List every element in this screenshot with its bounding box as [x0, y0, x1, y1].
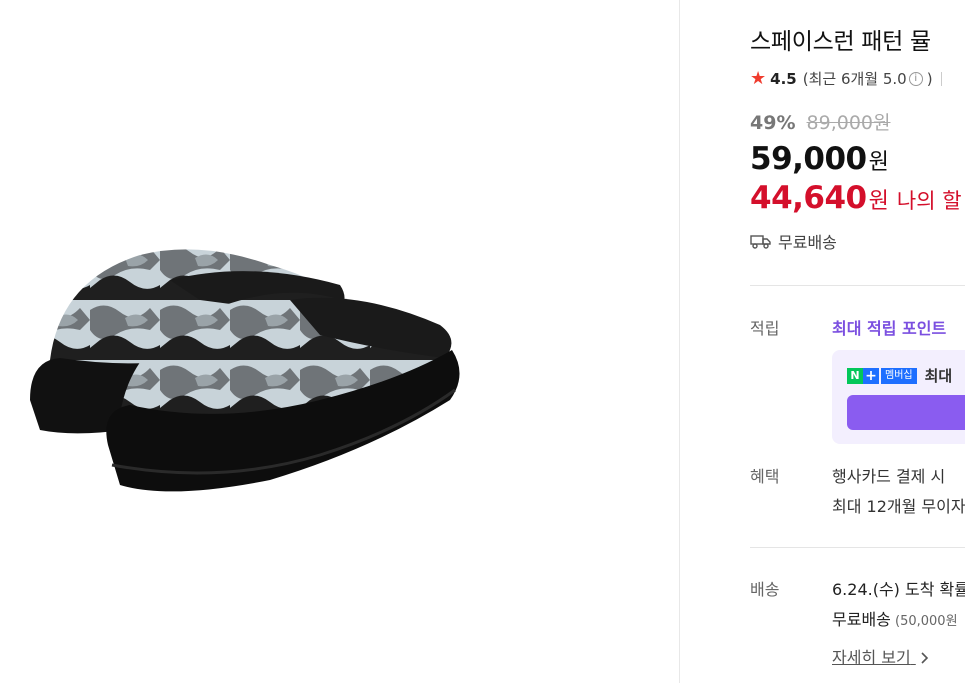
price-row: 59,000원	[750, 141, 889, 177]
section-divider	[750, 547, 965, 548]
delivery-detail-link[interactable]: 자세히 보기	[832, 644, 929, 668]
rating-value: 4.5	[770, 69, 797, 88]
naver-n-icon: N	[847, 367, 863, 384]
info-icon[interactable]: i	[908, 71, 923, 86]
membership-points-box: N + 멤버십 최대	[832, 350, 965, 444]
product-info-panel: 스페이스런 패턴 뮬 ★ 4.5 (최근 6개월 5.0 i ) 49% 89,…	[750, 0, 965, 683]
product-title: 스페이스런 패턴 뮬	[750, 29, 931, 55]
benefit-label: 혜택	[750, 467, 780, 486]
original-price: 89,000원	[806, 112, 891, 134]
membership-max-text: 최대	[924, 367, 953, 385]
rating-recent: (최근 6개월 5.0	[802, 70, 907, 88]
membership-action-button[interactable]	[847, 395, 965, 430]
vertical-divider	[679, 0, 680, 683]
my-price-label: 나의 할	[896, 189, 962, 213]
my-price-unit: 원	[868, 189, 889, 214]
my-price: 44,640	[750, 180, 867, 216]
discount-percent: 49%	[750, 112, 796, 134]
product-image[interactable]	[20, 240, 470, 505]
shipping-summary-row: 무료배송	[750, 229, 837, 253]
benefit-card-text: 행사카드 결제 시	[832, 467, 946, 486]
delivery-fee-row: 무료배송 (50,000원	[832, 606, 958, 630]
plus-icon: +	[863, 367, 879, 384]
sale-price: 59,000	[750, 141, 867, 177]
truck-icon	[750, 235, 771, 249]
section-divider	[750, 285, 965, 286]
detail-link-label: 자세히 보기	[832, 648, 911, 667]
shipping-summary: 무료배송	[778, 233, 837, 252]
chevron-right-icon	[921, 652, 928, 664]
separator	[940, 71, 942, 86]
discount-row: 49% 89,000원	[750, 108, 891, 135]
product-image-pane	[0, 0, 679, 683]
membership-badge-row: N + 멤버십 최대	[847, 365, 952, 386]
max-points-text[interactable]: 최대 적립 포인트	[832, 315, 946, 339]
rating-close: )	[926, 69, 933, 88]
delivery-fee: 무료배송	[832, 610, 891, 629]
star-icon: ★	[750, 68, 767, 89]
benefit-installment-text: 최대 12개월 무이자	[832, 497, 965, 516]
delivery-arrival-text: 6.24.(수) 도착 확률	[832, 580, 965, 599]
membership-badge: 멤버십	[881, 367, 917, 384]
rating-row[interactable]: ★ 4.5 (최근 6개월 5.0 i )	[750, 68, 950, 89]
price-unit: 원	[868, 150, 889, 175]
delivery-fee-note: (50,000원	[890, 614, 958, 629]
delivery-label: 배송	[750, 580, 780, 599]
my-price-row[interactable]: 44,640원 나의 할	[750, 180, 962, 216]
points-label: 적립	[750, 319, 780, 338]
